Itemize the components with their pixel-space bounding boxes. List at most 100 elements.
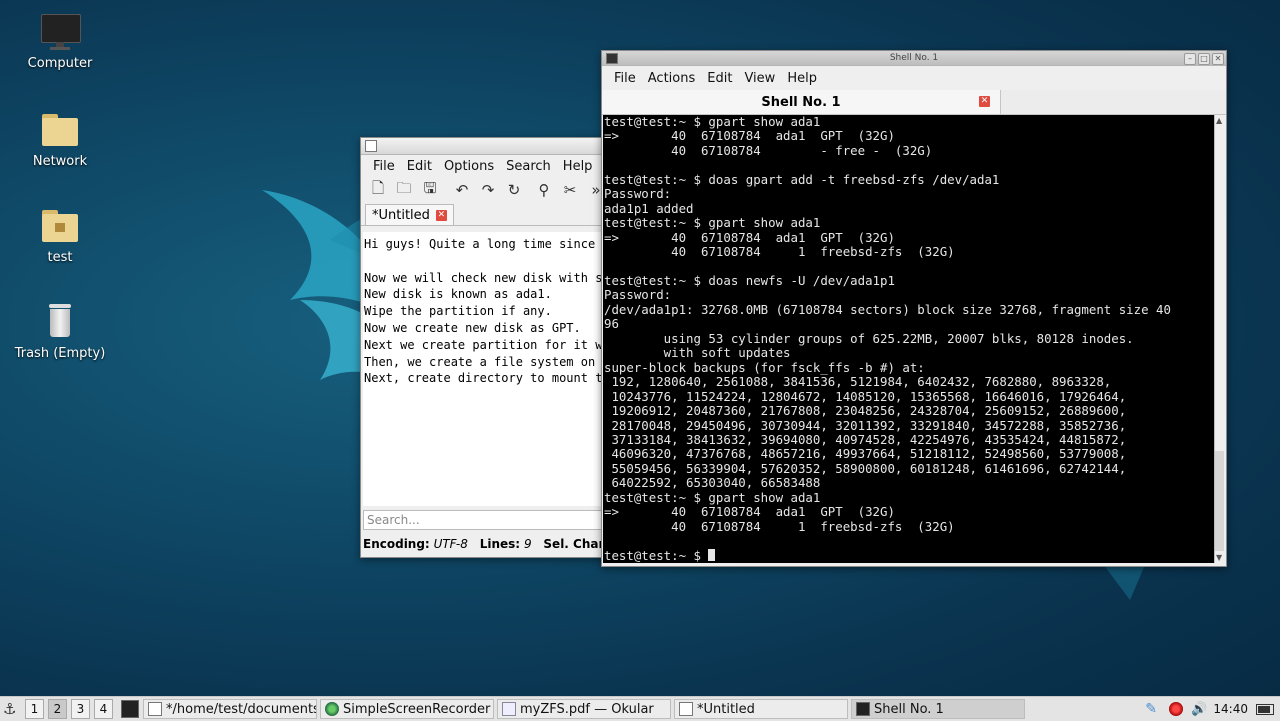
terminal-line: test@test:~ $ doas newfs -U /dev/ada1p1 — [604, 272, 895, 288]
terminal-prompt-line[interactable]: test@test:~ $ — [604, 548, 1216, 563]
task-label: *Untitled — [697, 701, 755, 717]
minimize-icon[interactable]: – — [1184, 53, 1196, 65]
desktop-icon-home[interactable]: test — [5, 206, 115, 265]
clock[interactable]: 14:40 — [1213, 702, 1248, 716]
terminal-menu-actions[interactable]: Actions — [642, 71, 702, 86]
terminal-menu-edit[interactable]: Edit — [701, 71, 738, 86]
scroll-down-icon[interactable]: ▼ — [1216, 553, 1222, 562]
save-icon[interactable]: 🖫 — [419, 179, 441, 201]
terminal-app-icon — [856, 702, 870, 716]
terminal-line: ​ — [604, 534, 1216, 548]
terminal-scrollbar[interactable]: ▲ ▼ — [1214, 115, 1225, 563]
terminal-line: 40 67108784 1 freebsd-zfs (32G) — [604, 244, 955, 260]
editor-titlebar[interactable] — [361, 138, 621, 155]
close-window-icon[interactable]: ✕ — [1212, 53, 1224, 65]
terminal-line: ​ — [604, 158, 1216, 172]
editor-tab-label: *Untitled — [372, 207, 430, 223]
editor-menu-edit[interactable]: Edit — [401, 159, 438, 174]
workspace-2[interactable]: 2 — [48, 699, 67, 719]
terminal-titlebar[interactable]: Shell No. 1 – □ ✕ — [602, 51, 1226, 66]
desktop-icon-network[interactable]: Network — [5, 110, 115, 169]
maximize-icon[interactable]: □ — [1198, 53, 1210, 65]
redo-icon[interactable]: ↷ — [477, 179, 499, 201]
workspace-1[interactable]: 1 — [25, 699, 44, 719]
replace-icon[interactable]: ✂ — [559, 179, 581, 201]
undo-icon[interactable]: ↶ — [451, 179, 473, 201]
editor-menubar: File Edit Options Search Help — [361, 155, 621, 177]
editor-line: Now we create new disk as GPT. — [364, 320, 581, 335]
trash-icon — [40, 302, 80, 342]
find-icon[interactable]: ⚲ — [533, 179, 555, 201]
pen-icon[interactable]: ✎ — [1145, 701, 1161, 717]
text-editor-window[interactable]: File Edit Options Search Help 🗋 🗀 🖫 ↶ ↷ … — [360, 137, 622, 558]
task-label: myZFS.pdf — Okular — [520, 701, 654, 717]
editor-menu-file[interactable]: File — [367, 159, 401, 174]
terminal-line: 19206912, 20487360, 21767808, 23048256, … — [604, 403, 1127, 419]
okular-icon — [502, 702, 516, 716]
terminal-line: using 53 cylinder groups of 625.22MB, 20… — [604, 330, 1134, 346]
terminal-menu-file[interactable]: File — [608, 71, 642, 86]
battery-icon[interactable] — [1256, 703, 1274, 715]
editor-toolbar: 🗋 🗀 🖫 ↶ ↷ ↻ ⚲ ✂ » — [361, 177, 621, 203]
terminal-cursor — [708, 548, 716, 561]
terminal-menu-help[interactable]: Help — [781, 71, 823, 86]
editor-line: Then, we create a file system on — [364, 354, 596, 369]
monitor-icon — [40, 12, 81, 52]
terminal-title: Shell No. 1 — [889, 53, 939, 63]
taskbar: ⚓ 1 2 3 4 */home/test/documents/... Simp… — [0, 696, 1280, 721]
editor-line: Now we will check new disk with s — [364, 270, 603, 285]
editor-text-area[interactable]: Hi guys! Quite a long time since​Now we … — [363, 232, 620, 506]
terminal-menubar: File Actions Edit View Help — [602, 66, 1226, 90]
editor-menu-options[interactable]: Options — [438, 159, 500, 174]
scroll-up-icon[interactable]: ▲ — [1216, 116, 1222, 125]
terminal-line: Password: — [604, 186, 672, 202]
terminal-window[interactable]: Shell No. 1 – □ ✕ File Actions Edit View… — [601, 50, 1227, 567]
editor-search-input[interactable]: Search... — [363, 510, 618, 530]
terminal-line: 46096320, 47376768, 48657216, 49937664, … — [604, 446, 1127, 462]
terminal-menu-view[interactable]: View — [738, 71, 781, 86]
editor-line: ​ — [364, 253, 620, 270]
terminal-line: test@test:~ $ doas gpart add -t freebsd-… — [604, 171, 1000, 187]
scroll-thumb[interactable] — [1215, 451, 1224, 551]
task-okular[interactable]: myZFS.pdf — Okular — [497, 699, 671, 719]
terminal-line: 28170048, 29450496, 30730944, 32011392, … — [604, 417, 1127, 433]
show-desktop-terminal-icon[interactable] — [121, 700, 139, 718]
workspace-4[interactable]: 4 — [94, 699, 113, 719]
terminal-console[interactable]: test@test:~ $ gpart show ada1 => 40 67108… — [603, 115, 1216, 563]
task-label: */home/test/documents/... — [166, 701, 316, 717]
close-tab-icon[interactable]: ✕ — [435, 209, 447, 221]
terminal-line: 55059456, 56339904, 57620352, 58900800, … — [604, 460, 1127, 476]
open-folder-icon[interactable]: 🗀 — [393, 179, 415, 201]
task-simplescreenrecorder[interactable]: SimpleScreenRecorder — [320, 699, 494, 719]
editor-menu-search[interactable]: Search — [500, 159, 557, 174]
terminal-tab-shell-1[interactable]: Shell No. 1 ✕ — [602, 90, 1001, 114]
desktop-icon-label: Trash (Empty) — [14, 346, 106, 361]
workspace-3[interactable]: 3 — [71, 699, 90, 719]
terminal-line: /dev/ada1p1: 32768.0MB (67108784 sectors… — [604, 301, 1171, 317]
start-menu-icon[interactable]: ⚓ — [3, 701, 19, 717]
volume-icon[interactable]: 🔊 — [1191, 702, 1207, 717]
terminal-line: with soft updates — [604, 345, 791, 361]
terminal-tab-label: Shell No. 1 — [761, 94, 841, 110]
editor-menu-help[interactable]: Help — [557, 159, 599, 174]
editor-line: Next we create partition for it w — [364, 337, 603, 352]
task-untitled[interactable]: *Untitled — [674, 699, 848, 719]
terminal-line: => 40 67108784 ada1 GPT (32G) — [604, 128, 895, 144]
terminal-line: => 40 67108784 ada1 GPT (32G) — [604, 229, 895, 245]
terminal-line: 40 67108784 - free - (32G) — [604, 142, 933, 158]
task-editor-documents[interactable]: */home/test/documents/... — [143, 699, 317, 719]
record-icon[interactable] — [1169, 702, 1184, 716]
reload-icon[interactable]: ↻ — [503, 179, 525, 201]
terminal-line: 64022592, 65303040, 66583488 — [604, 475, 821, 491]
encoding-value: UTF-8 — [433, 537, 468, 551]
terminal-tabbar: Shell No. 1 ✕ — [602, 90, 1226, 115]
editor-line: Next, create directory to mount t — [364, 371, 603, 386]
folder-icon — [40, 110, 80, 150]
editor-app-icon — [679, 702, 693, 716]
desktop-icon-trash[interactable]: Trash (Empty) — [5, 302, 115, 361]
close-tab-icon[interactable]: ✕ — [979, 96, 990, 107]
new-file-icon[interactable]: 🗋 — [367, 179, 389, 201]
task-shell-1[interactable]: Shell No. 1 — [851, 699, 1025, 719]
editor-tab-untitled[interactable]: *Untitled ✕ — [365, 204, 454, 225]
desktop-icon-computer[interactable]: Computer — [5, 12, 115, 71]
